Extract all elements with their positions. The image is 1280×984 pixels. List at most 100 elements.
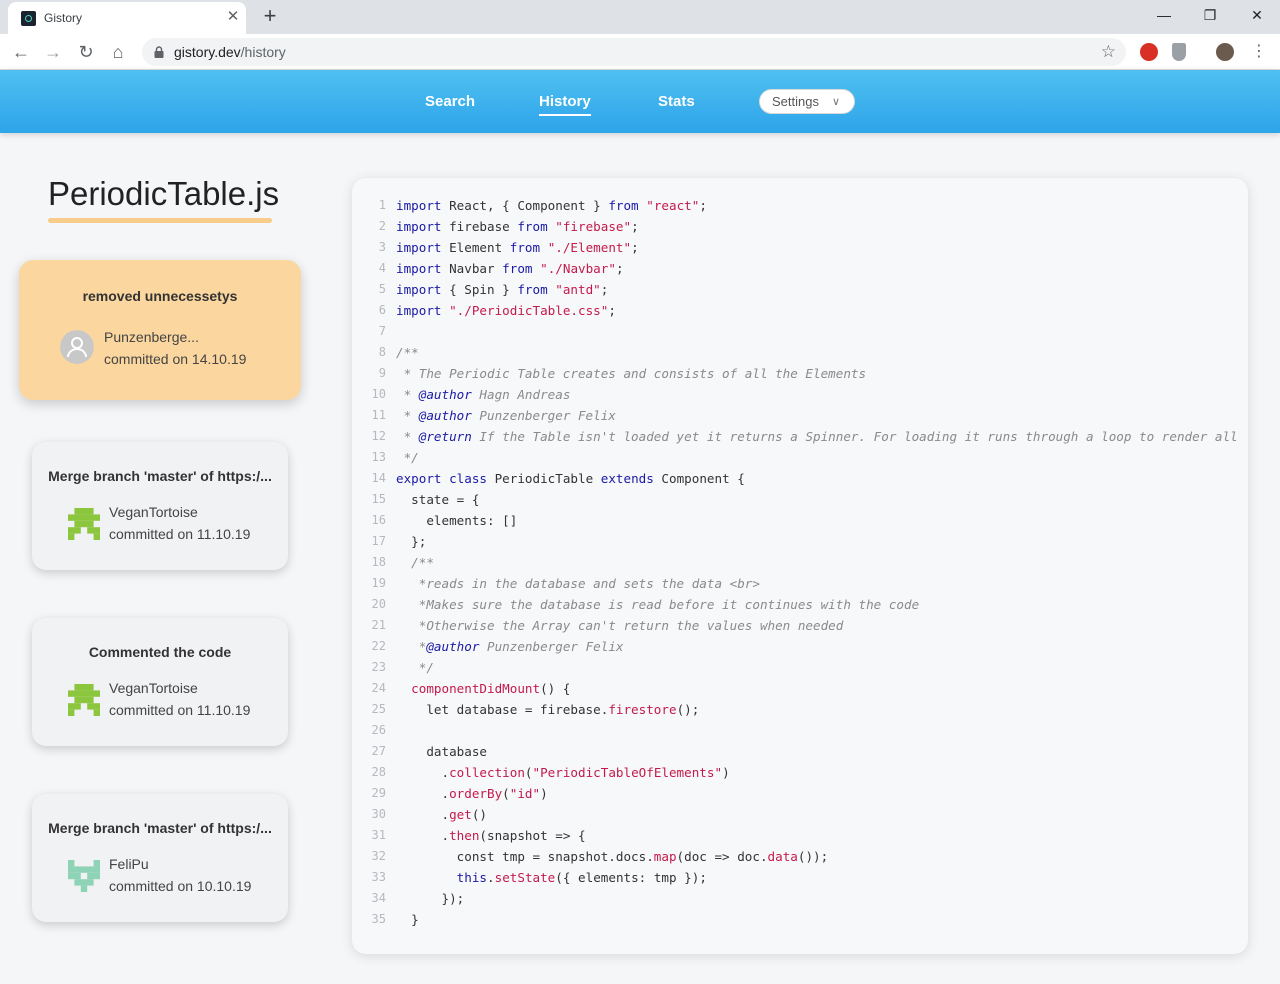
line-number: 17 — [371, 534, 386, 548]
restore-icon[interactable]: ❐ — [1197, 4, 1223, 26]
line-number: 3 — [378, 240, 386, 254]
menu-dots-icon[interactable]: ⋮ — [1248, 41, 1270, 63]
code-line: 24 componentDidMount() { — [352, 678, 1248, 699]
new-tab-icon[interactable]: + — [259, 5, 281, 27]
line-number: 14 — [371, 471, 386, 485]
line-source: .collection("PeriodicTableOfElements") — [396, 765, 730, 780]
line-number: 30 — [371, 807, 386, 821]
chevron-down-icon: ∨ — [832, 96, 841, 108]
line-number: 31 — [371, 828, 386, 842]
line-number: 35 — [371, 912, 386, 926]
nav-search[interactable]: Search — [425, 93, 475, 110]
browser-tab[interactable]: Gistory ✕ — [8, 2, 246, 34]
line-source: .get() — [396, 807, 487, 822]
line-number: 21 — [371, 618, 386, 632]
line-source: */ — [396, 450, 419, 465]
line-source: .then(snapshot => { — [396, 828, 586, 843]
line-number: 8 — [378, 345, 386, 359]
code-line: 4 import Navbar from "./Navbar"; — [352, 258, 1248, 279]
line-number: 10 — [371, 387, 386, 401]
line-number: 13 — [371, 450, 386, 464]
address-bar[interactable]: gistory.dev/history ☆ — [142, 38, 1126, 66]
bookmark-star-icon[interactable]: ☆ — [1101, 42, 1116, 62]
line-number: 33 — [371, 870, 386, 884]
line-number: 27 — [371, 744, 386, 758]
tab-title: Gistory — [44, 11, 83, 25]
shield-extension-icon[interactable] — [1172, 43, 1186, 61]
commit-author: VeganTortoise — [109, 680, 198, 696]
code-line: 15 state = { — [352, 489, 1248, 510]
line-source: const tmp = snapshot.docs.map(doc => doc… — [396, 849, 829, 864]
reload-icon[interactable]: ↻ — [75, 41, 97, 63]
code-line: 31 .then(snapshot => { — [352, 825, 1248, 846]
line-source: this.setState({ elements: tmp }); — [456, 870, 707, 885]
line-source: *@author Punzenberger Felix — [396, 639, 624, 654]
line-source: import firebase from "firebase"; — [396, 219, 639, 234]
line-source: componentDidMount() { — [396, 681, 571, 696]
line-source: import { Spin } from "antd"; — [396, 282, 609, 297]
commit-author: VeganTortoise — [109, 504, 198, 520]
line-number: 34 — [371, 891, 386, 905]
commit-message: Merge branch 'master' of https:/... — [48, 820, 272, 836]
code-line: 6 import "./PeriodicTable.css"; — [352, 300, 1248, 321]
code-line: 16 elements: [] — [352, 510, 1248, 531]
nav-stats[interactable]: Stats — [658, 93, 695, 110]
commit-card[interactable]: Commented the code VeganTortoise committ… — [32, 618, 288, 746]
line-source: * The Periodic Table creates and consist… — [396, 366, 867, 381]
line-source: */ — [396, 660, 434, 675]
code-line: 20 *Makes sure the database is read befo… — [352, 594, 1248, 615]
code-line: 11 * @author Punzenberger Felix — [352, 405, 1248, 426]
line-source: let database = firebase.firestore(); — [396, 702, 700, 717]
line-number: 9 — [378, 366, 386, 380]
line-number: 22 — [371, 639, 386, 653]
title-underline — [48, 218, 272, 223]
identicon-avatar-icon — [68, 684, 100, 716]
line-source: export class PeriodicTable extends Compo… — [396, 471, 745, 486]
settings-dropdown[interactable]: Settings ∨ — [759, 89, 855, 114]
line-number: 20 — [371, 597, 386, 611]
line-source: import "./PeriodicTable.css"; — [396, 303, 616, 318]
line-source: *Makes sure the database is read before … — [396, 597, 920, 612]
profile-avatar[interactable] — [1216, 43, 1234, 61]
code-line: 18 /** — [352, 552, 1248, 573]
line-source: *reads in the database and sets the data… — [396, 576, 760, 591]
code-line: 25 let database = firebase.firestore(); — [352, 699, 1248, 720]
line-source: .orderBy("id") — [396, 786, 548, 801]
commit-date: committed on 10.10.19 — [109, 878, 252, 894]
commit-card[interactable]: Merge branch 'master' of https:/... Vega… — [32, 442, 288, 570]
file-title: PeriodicTable.js — [48, 175, 280, 212]
forward-icon[interactable]: → — [42, 41, 64, 63]
commit-author: FeliPu — [109, 856, 149, 872]
code-lines: 1 import React, { Component } from "react… — [352, 195, 1248, 930]
react-favicon-icon — [21, 11, 36, 26]
line-source: }); — [396, 891, 465, 906]
commit-message: removed unnecessetys — [82, 288, 238, 304]
close-icon[interactable]: ✕ — [224, 8, 242, 26]
commit-card[interactable]: Merge branch 'master' of https:/... Feli… — [32, 794, 288, 922]
line-number: 6 — [378, 303, 386, 317]
code-line: 5 import { Spin } from "antd"; — [352, 279, 1248, 300]
line-source: /** — [396, 345, 419, 360]
code-line: 28 .collection("PeriodicTableOfElements"… — [352, 762, 1248, 783]
line-number: 23 — [371, 660, 386, 674]
commit-message: Merge branch 'master' of https:/... — [48, 468, 272, 484]
code-line: 14 export class PeriodicTable extends Com… — [352, 468, 1248, 489]
nav-history[interactable]: History — [539, 93, 591, 116]
code-line: 1 import React, { Component } from "react… — [352, 195, 1248, 216]
close-window-icon[interactable]: ✕ — [1244, 4, 1270, 26]
line-number: 28 — [371, 765, 386, 779]
code-line: 7 — [352, 321, 1248, 342]
minimize-icon[interactable]: — — [1151, 4, 1177, 26]
code-line: 3 import Element from "./Element"; — [352, 237, 1248, 258]
extension-icon[interactable] — [1140, 43, 1158, 61]
line-source: * @return If the Table isn't loaded yet … — [396, 429, 1238, 444]
line-source: import Navbar from "./Navbar"; — [396, 261, 624, 276]
code-viewer[interactable]: 1 import React, { Component } from "react… — [352, 178, 1248, 954]
line-number: 24 — [371, 681, 386, 695]
back-icon[interactable]: ← — [10, 41, 32, 63]
commit-card[interactable]: removed unnecessetys Punzenberge... comm… — [19, 260, 301, 400]
home-icon[interactable]: ⌂ — [107, 41, 129, 63]
settings-label: Settings — [772, 94, 819, 109]
line-source: database — [396, 744, 487, 759]
line-number: 4 — [378, 261, 386, 275]
